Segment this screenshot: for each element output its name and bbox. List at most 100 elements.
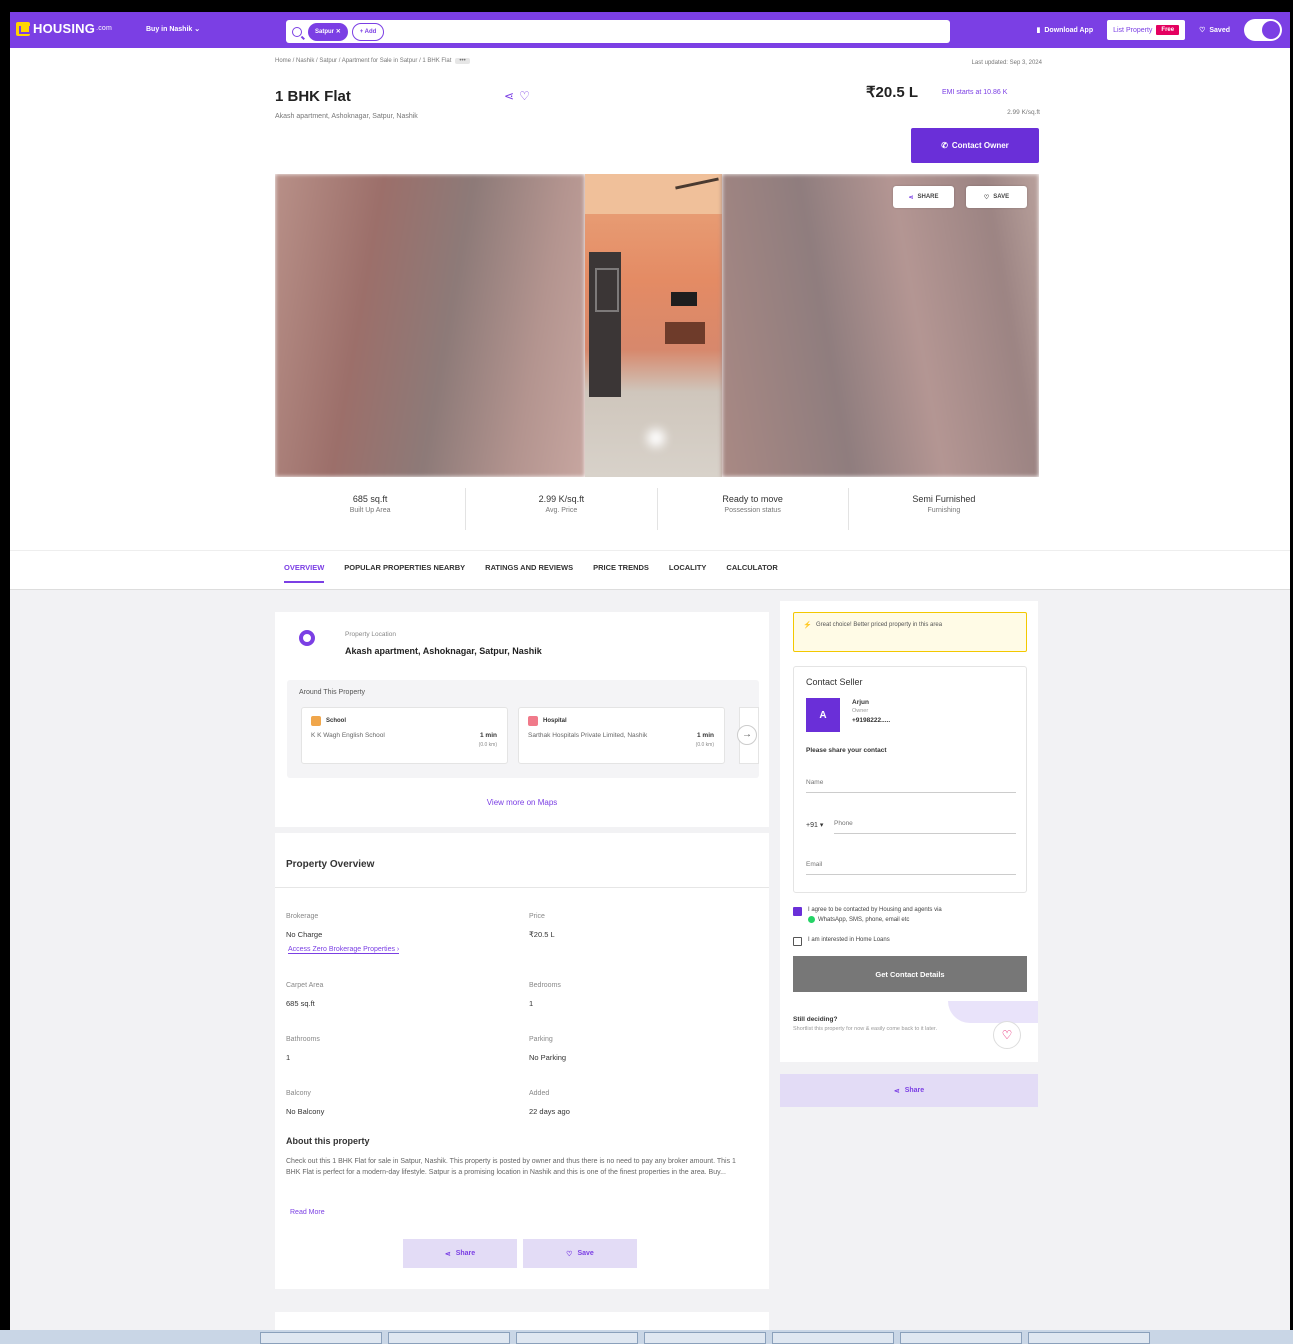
gallery-photo-blurred-left[interactable] bbox=[275, 174, 585, 477]
phone-icon: ▮ bbox=[1036, 27, 1041, 34]
property-address: Akash apartment, Ashoknagar, Satpur, Nas… bbox=[275, 113, 418, 120]
home-loan-row: I am interested in Home Loans bbox=[793, 936, 890, 946]
great-choice-banner: Great choice! Better priced property in … bbox=[793, 612, 1027, 652]
location-value: Akash apartment, Ashoknagar, Satpur, Nas… bbox=[345, 646, 542, 656]
poi-next-button[interactable]: → bbox=[737, 725, 757, 745]
around-this-property: Around This Property School K K Wagh Eng… bbox=[287, 680, 759, 778]
seller-phone: +9198222..... bbox=[852, 717, 891, 724]
seller-avatar: A bbox=[806, 698, 840, 732]
whatsapp-icon bbox=[808, 915, 815, 923]
tab-ratings-reviews[interactable]: RATINGS AND REVIEWS bbox=[485, 563, 573, 583]
share-icon: ⋖ bbox=[893, 1087, 900, 1095]
zero-brokerage-link[interactable]: Access Zero Brokerage Properties › bbox=[288, 946, 400, 954]
browser-viewport: HOUSING .com Buy in Nashik ⌄ Satpur ✕ + A… bbox=[10, 12, 1290, 1330]
add-locality-chip[interactable]: + Add bbox=[351, 22, 385, 41]
sidebar-share-button[interactable]: ⋖ Share bbox=[780, 1074, 1038, 1107]
free-badge: Free bbox=[1156, 25, 1180, 35]
title-actions: ⋖ ♡ bbox=[504, 89, 530, 103]
save-button[interactable]: ♡ Save bbox=[523, 1239, 637, 1268]
home-loan-checkbox[interactable] bbox=[793, 937, 802, 946]
search-chip-satpur[interactable]: Satpur ✕ bbox=[308, 22, 348, 41]
poi-card[interactable]: School K K Wagh English School 1 min (0.… bbox=[301, 707, 508, 764]
country-code-select[interactable]: +91 ▾ bbox=[806, 821, 823, 829]
price-per-sqft: 2.99 K/sq.ft bbox=[1007, 109, 1040, 116]
buy-city-dropdown[interactable]: Buy in Nashik ⌄ bbox=[146, 25, 200, 33]
housing-logo[interactable]: HOUSING .com bbox=[16, 21, 112, 36]
poi-card[interactable]: Hospital Sarthak Hospitals Private Limit… bbox=[518, 707, 725, 764]
heart-icon[interactable]: ♡ bbox=[519, 89, 530, 103]
get-contact-details-button[interactable]: Get Contact Details bbox=[793, 956, 1027, 992]
gallery-save-button[interactable]: ♡ SAVE bbox=[966, 186, 1027, 208]
tab-calculator[interactable]: CALCULATOR bbox=[726, 563, 777, 583]
consent-row: I agree to be contacted by Housing and a… bbox=[793, 906, 942, 925]
heart-icon: ♡ bbox=[1199, 27, 1206, 34]
taskbar-item[interactable] bbox=[772, 1332, 894, 1344]
last-updated: Last updated: Sep 3, 2024 bbox=[971, 60, 1042, 66]
stat-furnishing: Semi Furnished Furnishing bbox=[912, 494, 976, 514]
phone-icon: ✆ bbox=[941, 141, 948, 150]
heart-icon: ♡ bbox=[566, 1250, 573, 1258]
school-icon bbox=[311, 716, 321, 726]
emi-link[interactable]: EMI starts at 10.86 K bbox=[942, 89, 1007, 96]
taskbar-item[interactable] bbox=[260, 1332, 382, 1344]
close-icon[interactable]: ✕ bbox=[336, 28, 341, 35]
search-icon bbox=[292, 26, 302, 37]
name-input[interactable] bbox=[806, 773, 1016, 793]
saved-button[interactable]: ♡ Saved bbox=[1193, 20, 1236, 40]
heart-icon: ♡ bbox=[1001, 1028, 1013, 1042]
location-pin-icon bbox=[299, 630, 315, 646]
phone-input[interactable] bbox=[834, 814, 1016, 834]
contact-sidebar: Great choice! Better priced property in … bbox=[780, 601, 1038, 1062]
view-more-on-maps-link[interactable]: View more on Maps bbox=[275, 798, 769, 807]
taskbar-item[interactable] bbox=[644, 1332, 766, 1344]
gallery-share-button[interactable]: ⋖ SHARE bbox=[893, 186, 954, 208]
search-bar[interactable]: Satpur ✕ + Add bbox=[286, 20, 950, 43]
contact-seller-box: Contact Seller A Arjun Owner +9198222...… bbox=[793, 666, 1027, 893]
avatar bbox=[1262, 21, 1280, 39]
property-overview-card: Property Overview Brokerage No Charge Ac… bbox=[275, 833, 769, 1289]
contact-owner-button[interactable]: ✆ Contact Owner bbox=[911, 128, 1039, 163]
taskbar-item[interactable] bbox=[516, 1332, 638, 1344]
property-price: ₹20.5 L bbox=[866, 84, 919, 101]
taskbar-item[interactable] bbox=[900, 1332, 1022, 1344]
tab-overview[interactable]: OVERVIEW bbox=[284, 563, 325, 583]
os-taskbar bbox=[0, 1330, 1293, 1344]
next-section-card bbox=[275, 1312, 769, 1330]
page-title: 1 BHK Flat bbox=[275, 88, 351, 105]
taskbar-item[interactable] bbox=[1028, 1332, 1150, 1344]
chevron-down-icon: ⌄ bbox=[194, 26, 201, 33]
tab-locality[interactable]: LOCALITY bbox=[669, 563, 707, 583]
tab-popular-properties[interactable]: POPULAR PROPERTIES NEARBY bbox=[344, 563, 465, 583]
email-input[interactable] bbox=[806, 855, 1016, 875]
location-card: Property Location Akash apartment, Ashok… bbox=[275, 612, 769, 827]
home-icon bbox=[16, 21, 31, 36]
share-icon: ⋖ bbox=[908, 194, 914, 201]
about-property-text: Check out this 1 BHK Flat for sale in Sa… bbox=[286, 1158, 736, 1177]
gallery-photo-blurred-right[interactable] bbox=[722, 174, 1039, 477]
share-icon: ⋖ bbox=[444, 1250, 451, 1258]
stat-avg-price: 2.99 K/sq.ft Avg. Price bbox=[466, 488, 658, 530]
share-icon[interactable]: ⋖ bbox=[504, 89, 514, 103]
arrow-right-icon: → bbox=[742, 729, 752, 740]
navbar-actions: ▮ Download App List Property Free ♡ Saved bbox=[1031, 19, 1282, 41]
key-stats: 685 sq.ft Built Up Area 2.99 K/sq.ft Avg. … bbox=[275, 488, 1039, 530]
breadcrumb-more[interactable]: ••• bbox=[455, 58, 470, 64]
consent-checkbox[interactable] bbox=[793, 907, 802, 916]
breadcrumb[interactable]: Home / Nashik / Satpur / Apartment for S… bbox=[275, 58, 470, 64]
shortlist-button[interactable]: ♡ bbox=[993, 1021, 1021, 1049]
stat-possession: Ready to move Possession status bbox=[658, 488, 849, 530]
heart-icon: ♡ bbox=[983, 194, 990, 201]
top-navbar: HOUSING .com Buy in Nashik ⌄ Satpur ✕ + A… bbox=[10, 12, 1290, 48]
photo-gallery[interactable]: ⋖ SHARE ♡ SAVE bbox=[275, 174, 1039, 477]
profile-menu[interactable] bbox=[1244, 19, 1282, 41]
download-app-button[interactable]: ▮ Download App bbox=[1031, 20, 1100, 40]
gallery-photo-main[interactable] bbox=[585, 174, 722, 477]
section-tabs-bar: OVERVIEW POPULAR PROPERTIES NEARBY RATIN… bbox=[10, 550, 1290, 590]
decorative-wave bbox=[948, 1001, 1038, 1023]
share-button[interactable]: ⋖ Share bbox=[403, 1239, 517, 1268]
tab-price-trends[interactable]: PRICE TRENDS bbox=[593, 563, 649, 583]
read-more-link[interactable]: Read More bbox=[290, 1209, 325, 1216]
hospital-icon bbox=[528, 716, 538, 726]
list-property-button[interactable]: List Property Free bbox=[1107, 20, 1186, 40]
taskbar-item[interactable] bbox=[388, 1332, 510, 1344]
